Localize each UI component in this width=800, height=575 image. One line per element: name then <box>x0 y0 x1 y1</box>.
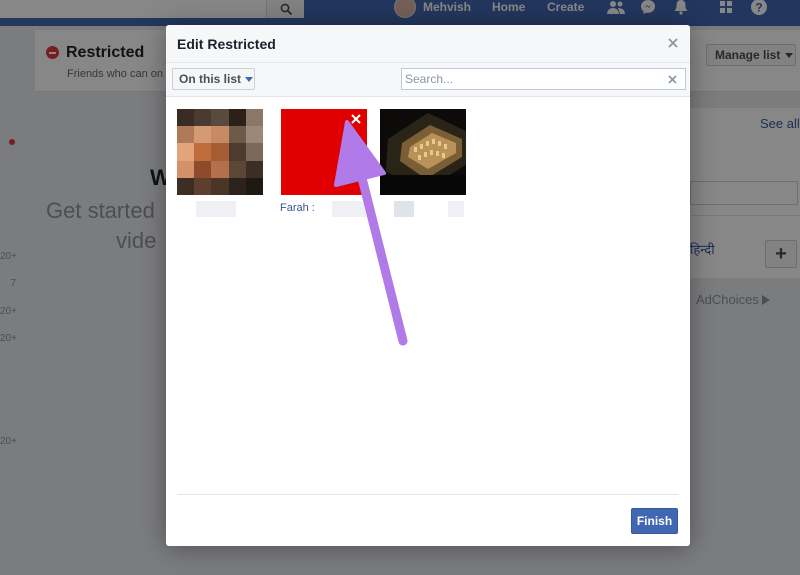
friend-tile-farah[interactable] <box>281 109 367 195</box>
friend-name-redacted <box>332 201 368 217</box>
dialog-title: Edit Restricted <box>177 36 276 52</box>
finish-button[interactable]: Finish <box>631 508 678 534</box>
edit-restricted-dialog: Edit Restricted On this list Search... F… <box>166 25 690 546</box>
friend-tile[interactable] <box>177 109 263 195</box>
friend-search-box <box>401 68 686 90</box>
filter-label: On this list <box>179 72 242 86</box>
dialog-toolbar: On this list <box>166 63 690 97</box>
remove-icon <box>351 114 361 124</box>
dialog-close-button[interactable] <box>666 36 680 50</box>
friend-photo-pixelated <box>177 109 263 195</box>
caret-down-icon <box>245 76 254 82</box>
friend-name-redacted <box>196 201 236 217</box>
remove-friend-button[interactable] <box>349 112 363 126</box>
search-clear-button[interactable] <box>664 71 680 87</box>
friend-name-farah[interactable]: Farah : <box>280 202 315 214</box>
friend-name-redacted <box>448 201 464 217</box>
dialog-header: Edit Restricted <box>166 25 690 63</box>
close-icon <box>668 38 678 48</box>
friend-photo <box>380 109 466 195</box>
clear-icon <box>667 74 677 84</box>
friend-tile[interactable] <box>380 109 466 195</box>
dialog-footer-divider <box>177 494 679 495</box>
friend-name-redacted <box>394 201 414 217</box>
on-this-list-dropdown[interactable]: On this list <box>172 68 255 90</box>
friend-search-input[interactable] <box>402 70 664 88</box>
